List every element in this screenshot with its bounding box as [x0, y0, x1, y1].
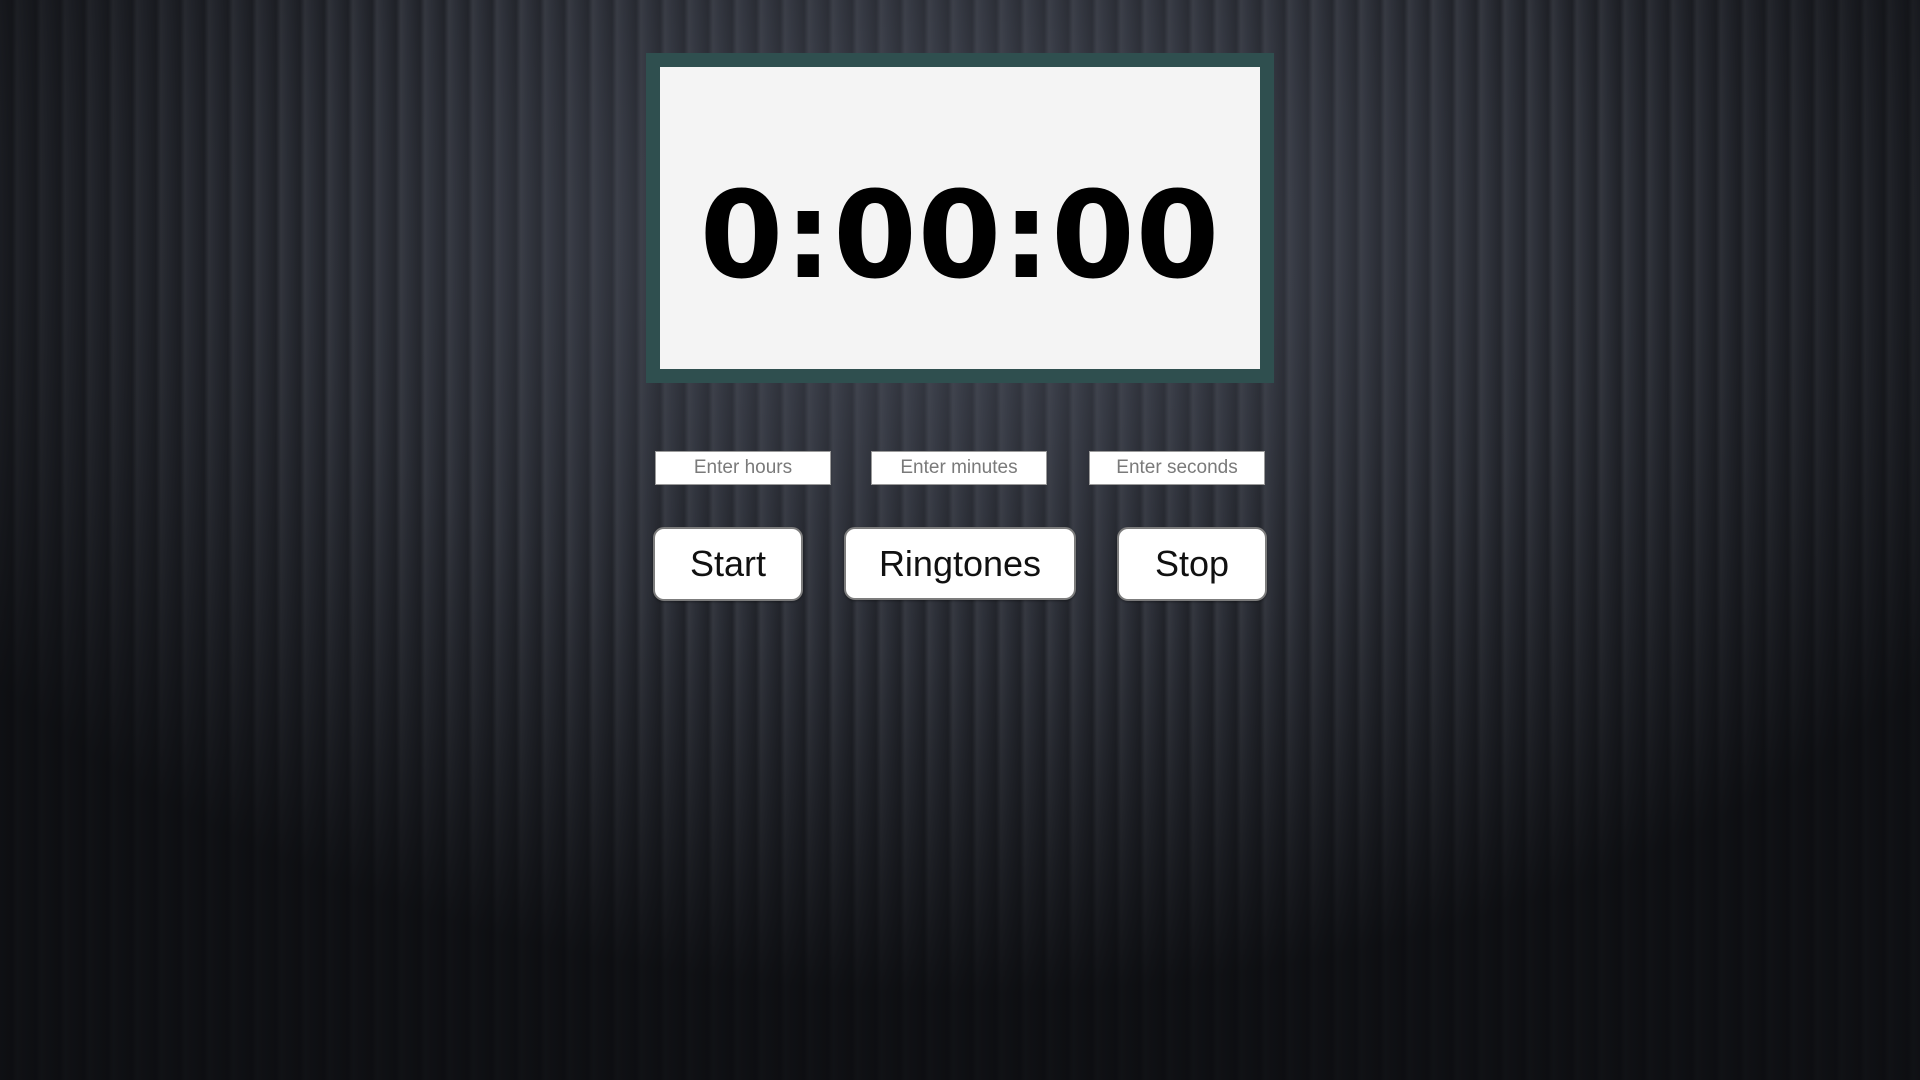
start-button[interactable]: Start [653, 527, 803, 601]
ringtones-button[interactable]: Ringtones [844, 527, 1076, 600]
hours-input[interactable] [655, 451, 831, 485]
seconds-input[interactable] [1089, 451, 1265, 485]
time-readout: 0:00:00 [699, 166, 1221, 306]
minutes-input[interactable] [871, 451, 1047, 485]
timer-display: 0:00:00 [646, 53, 1274, 383]
stop-button[interactable]: Stop [1117, 527, 1267, 601]
